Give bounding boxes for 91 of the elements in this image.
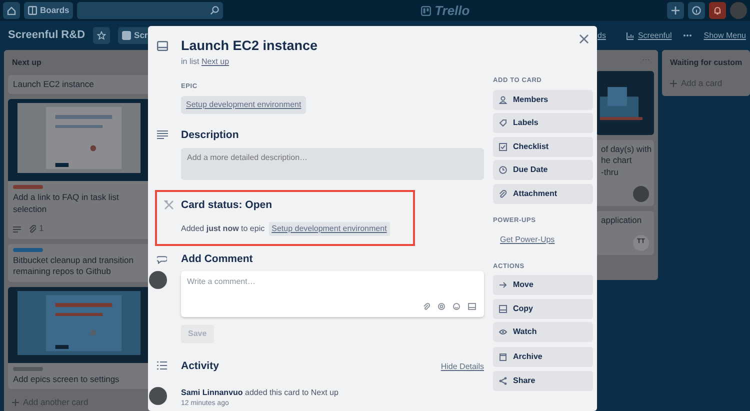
- section-heading: Activity: [181, 359, 219, 374]
- paperclip-icon: [29, 225, 36, 234]
- paperclip-icon[interactable]: [423, 303, 430, 310]
- sidebar-button[interactable]: Attachment: [493, 184, 593, 204]
- chart-icon: [626, 32, 634, 40]
- show-menu-link[interactable]: Show Menu: [704, 30, 746, 42]
- description-field[interactable]: Add a more detailed description…: [181, 148, 484, 180]
- mention-icon[interactable]: [438, 303, 445, 310]
- close-icon: [579, 34, 589, 44]
- sidebar-button[interactable]: Due Date: [493, 160, 593, 180]
- plus-icon: [670, 80, 677, 87]
- description-icon: [157, 130, 168, 139]
- search-field[interactable]: [77, 2, 224, 19]
- archive-icon: [499, 353, 507, 362]
- avatar: [149, 387, 167, 405]
- list-link[interactable]: Next up: [201, 57, 230, 66]
- attachment-count: 1: [39, 223, 44, 235]
- search-icon: [210, 6, 220, 15]
- card-title: Launch EC2 instance: [181, 37, 319, 55]
- header-link[interactable]: Screenful: [626, 30, 672, 42]
- tag-icon: [499, 119, 507, 128]
- card-title: Launch EC2 instance: [13, 79, 95, 90]
- sidebar-button[interactable]: Watch: [493, 322, 593, 342]
- header-link[interactable]: ds: [598, 30, 606, 42]
- card-icon: [157, 41, 168, 51]
- star-button[interactable]: [93, 27, 110, 44]
- card-title: Add epics screen to settings: [13, 374, 120, 386]
- plus-icon: [12, 399, 19, 406]
- card-text: he chart: [601, 155, 633, 167]
- avatar: [633, 186, 649, 202]
- section-heading: Card status: Open: [181, 198, 274, 213]
- status-text: Added just now to epic: [181, 222, 265, 234]
- home-icon: [7, 6, 16, 15]
- list-title: Waiting for custom: [669, 57, 744, 69]
- sidebar-button[interactable]: Share: [493, 370, 593, 391]
- arrow-icon: [499, 281, 507, 290]
- share-icon: [499, 376, 507, 385]
- sidebar-button[interactable]: Labels: [493, 113, 593, 134]
- activity-icon: [157, 361, 167, 370]
- person-icon: [499, 96, 507, 104]
- checklist-icon: [499, 142, 507, 151]
- paperclip-icon: [499, 190, 507, 198]
- eye-icon: [499, 328, 507, 336]
- card-text: -thru: [601, 166, 620, 178]
- boards-button[interactable]: Boards: [24, 2, 74, 19]
- card[interactable]: of day(s) with he chart -thru: [596, 140, 654, 206]
- close-button[interactable]: [579, 34, 589, 44]
- epic-link[interactable]: Setup development environment: [268, 222, 390, 236]
- card-title: Bitbucket cleanup and transition remaining repos to Github: [13, 254, 134, 278]
- info-button[interactable]: [688, 2, 705, 19]
- sidebar-button[interactable]: Archive: [493, 347, 593, 368]
- more-icon[interactable]: [682, 34, 692, 37]
- section-heading: Add Comment: [181, 252, 254, 266]
- hide-details-link[interactable]: Hide Details: [440, 361, 484, 374]
- activity-text: Sami Linnanvuo added this card to Next up: [181, 387, 338, 399]
- description-icon: [13, 226, 21, 233]
- card[interactable]: Bitbucket cleanup and transition remaining repos to Github: [8, 244, 150, 282]
- sidebar-button[interactable]: Copy: [493, 298, 593, 319]
- sidebar-button[interactable]: Members: [493, 90, 593, 110]
- epic-button[interactable]: Setup development environment: [181, 96, 306, 114]
- card[interactable]: Launch EC2 instance: [8, 75, 150, 94]
- card-text: of day(s) with: [601, 144, 649, 156]
- avatar: [149, 271, 167, 290]
- card[interactable]: Add epics screen to settings: [8, 286, 150, 390]
- comment-field[interactable]: Write a comment…: [181, 271, 484, 318]
- notifications-button[interactable]: [709, 2, 726, 19]
- list-info: in list Next up: [181, 56, 230, 68]
- board-title: Screenful R&D: [8, 28, 86, 44]
- plus-icon: [671, 6, 680, 15]
- comment-icon: [157, 256, 167, 264]
- bell-icon: [713, 6, 722, 15]
- card[interactable]: Add a link to FAQ in task list selection 1: [8, 99, 150, 239]
- clock-icon: [499, 166, 507, 174]
- add-button[interactable]: [667, 2, 684, 19]
- sidebar-button[interactable]: Move: [493, 275, 593, 296]
- home-button[interactable]: [3, 2, 20, 19]
- logo-icon: [420, 6, 431, 16]
- list-title: Next up: [11, 57, 42, 69]
- card-icon[interactable]: [468, 303, 476, 310]
- copy-icon: [499, 304, 507, 313]
- logo-text: Trello: [434, 2, 470, 20]
- star-icon: [97, 31, 106, 40]
- emoji-icon[interactable]: [453, 303, 460, 310]
- section-heading: Description: [181, 128, 240, 143]
- power-ups-link[interactable]: Get Power-Ups: [493, 230, 562, 250]
- sidebar-button[interactable]: Checklist: [493, 136, 593, 157]
- info-icon: [692, 6, 701, 15]
- card-title: Add a link to FAQ in task list selection: [13, 192, 120, 216]
- boards-icon: [28, 6, 37, 15]
- card[interactable]: [596, 71, 654, 135]
- card-text: application: [601, 215, 643, 227]
